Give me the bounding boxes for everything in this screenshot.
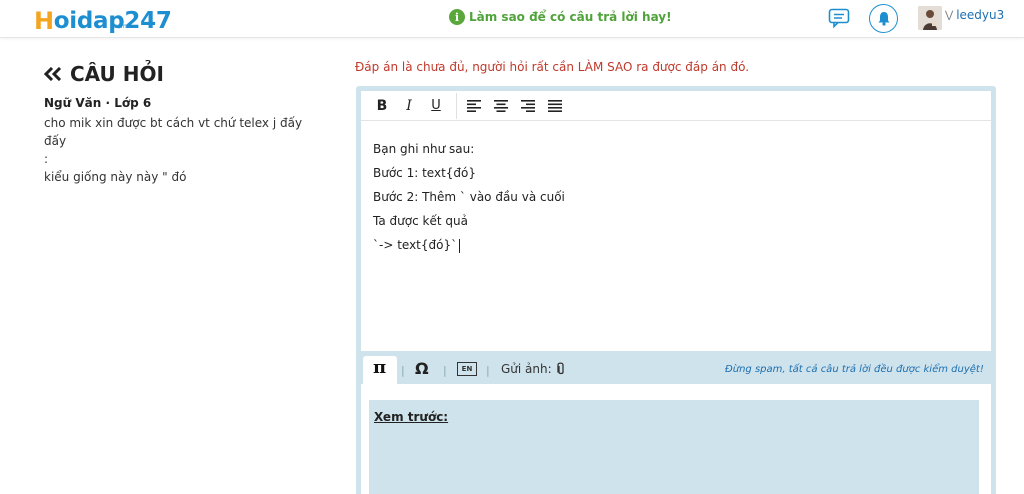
chevron-down-icon: ⋁ xyxy=(945,9,954,21)
align-left-button[interactable] xyxy=(463,95,485,117)
align-center-button[interactable] xyxy=(490,95,512,117)
formatting-toolbar: B I U xyxy=(361,91,991,121)
notification-bell-button[interactable] xyxy=(869,4,898,33)
answer-tip-link[interactable]: i Làm sao để có câu trả lời hay! xyxy=(449,9,672,25)
italic-button[interactable]: I xyxy=(398,95,420,117)
spam-warning: Đừng spam, tất cả câu trả lời đều được k… xyxy=(725,364,984,375)
answer-tip-text: Làm sao để có câu trả lời hay! xyxy=(469,10,672,24)
avatar-image xyxy=(918,6,942,30)
align-left-icon xyxy=(467,99,481,112)
toolbar-divider xyxy=(456,92,457,119)
logo-text: oidap247 xyxy=(53,8,172,34)
align-right-icon xyxy=(521,99,535,112)
logo-domain: .com xyxy=(112,23,127,30)
double-chevron-left-icon xyxy=(44,67,62,81)
logo-letter-h: H xyxy=(34,7,54,35)
back-to-question[interactable]: CÂU HỎI xyxy=(44,62,164,86)
answer-line: Ta được kết quả xyxy=(373,214,468,228)
align-justify-button[interactable] xyxy=(544,95,566,117)
tab-math-symbols[interactable]: π xyxy=(373,357,386,378)
keyboard-en-icon: EN xyxy=(457,362,477,376)
bell-icon xyxy=(878,12,889,26)
answer-text-area[interactable]: Bạn ghi như sau: Bước 1: text{đó} Bước 2… xyxy=(361,121,991,257)
answer-editor: B I U Bạn ghi như sau: Bước 1: text{đó} … xyxy=(361,91,991,351)
send-image-button[interactable]: Gửi ảnh: xyxy=(501,362,566,376)
tab-language[interactable]: EN xyxy=(457,362,477,376)
send-image-label: Gửi ảnh: xyxy=(501,362,552,376)
tab-divider: | xyxy=(486,364,490,377)
paperclip-icon xyxy=(557,362,564,375)
preview-content xyxy=(369,400,979,494)
question-heading: CÂU HỎI xyxy=(70,62,164,86)
answer-line: Bước 1: text{đó} xyxy=(373,166,476,180)
question-line: cho mik xin được bt cách vt chứ telex j … xyxy=(44,116,303,148)
preview-label: Xem trước: xyxy=(374,410,449,424)
answer-line-with-caret: `-> text{đó}` xyxy=(373,233,991,257)
user-avatar[interactable] xyxy=(918,6,942,30)
chat-icon[interactable] xyxy=(828,8,850,28)
tab-divider: | xyxy=(443,364,447,377)
top-header: Hoidap247 .com i Làm sao để có câu trả l… xyxy=(0,0,1024,38)
info-icon: i xyxy=(449,9,465,25)
user-menu[interactable]: ⋁ leedyu3 xyxy=(945,8,1004,22)
question-line: kiểu giống này này " đó xyxy=(44,170,187,184)
question-body: cho mik xin được bt cách vt chứ telex j … xyxy=(44,114,324,186)
answer-line: Bước 2: Thêm ` vào đầu và cuối xyxy=(373,190,565,204)
tab-divider: | xyxy=(401,364,405,377)
username-label: leedyu3 xyxy=(956,8,1005,22)
question-line: : xyxy=(44,152,49,166)
align-right-button[interactable] xyxy=(517,95,539,117)
question-subject: Ngữ Văn · Lớp 6 xyxy=(44,96,152,110)
site-logo[interactable]: Hoidap247 xyxy=(34,4,172,34)
bold-button[interactable]: B xyxy=(371,95,393,117)
align-center-icon xyxy=(494,99,508,112)
tab-special-chars[interactable]: Ω xyxy=(415,359,429,378)
answer-line: Bạn ghi như sau: xyxy=(373,142,475,156)
text-caret xyxy=(459,238,461,253)
answer-line: `-> text{đó}` xyxy=(373,238,458,252)
underline-button[interactable]: U xyxy=(425,95,447,117)
answer-notice: Đáp án là chưa đủ, người hỏi rất cần LÀM… xyxy=(355,60,750,74)
align-justify-icon xyxy=(548,99,562,112)
